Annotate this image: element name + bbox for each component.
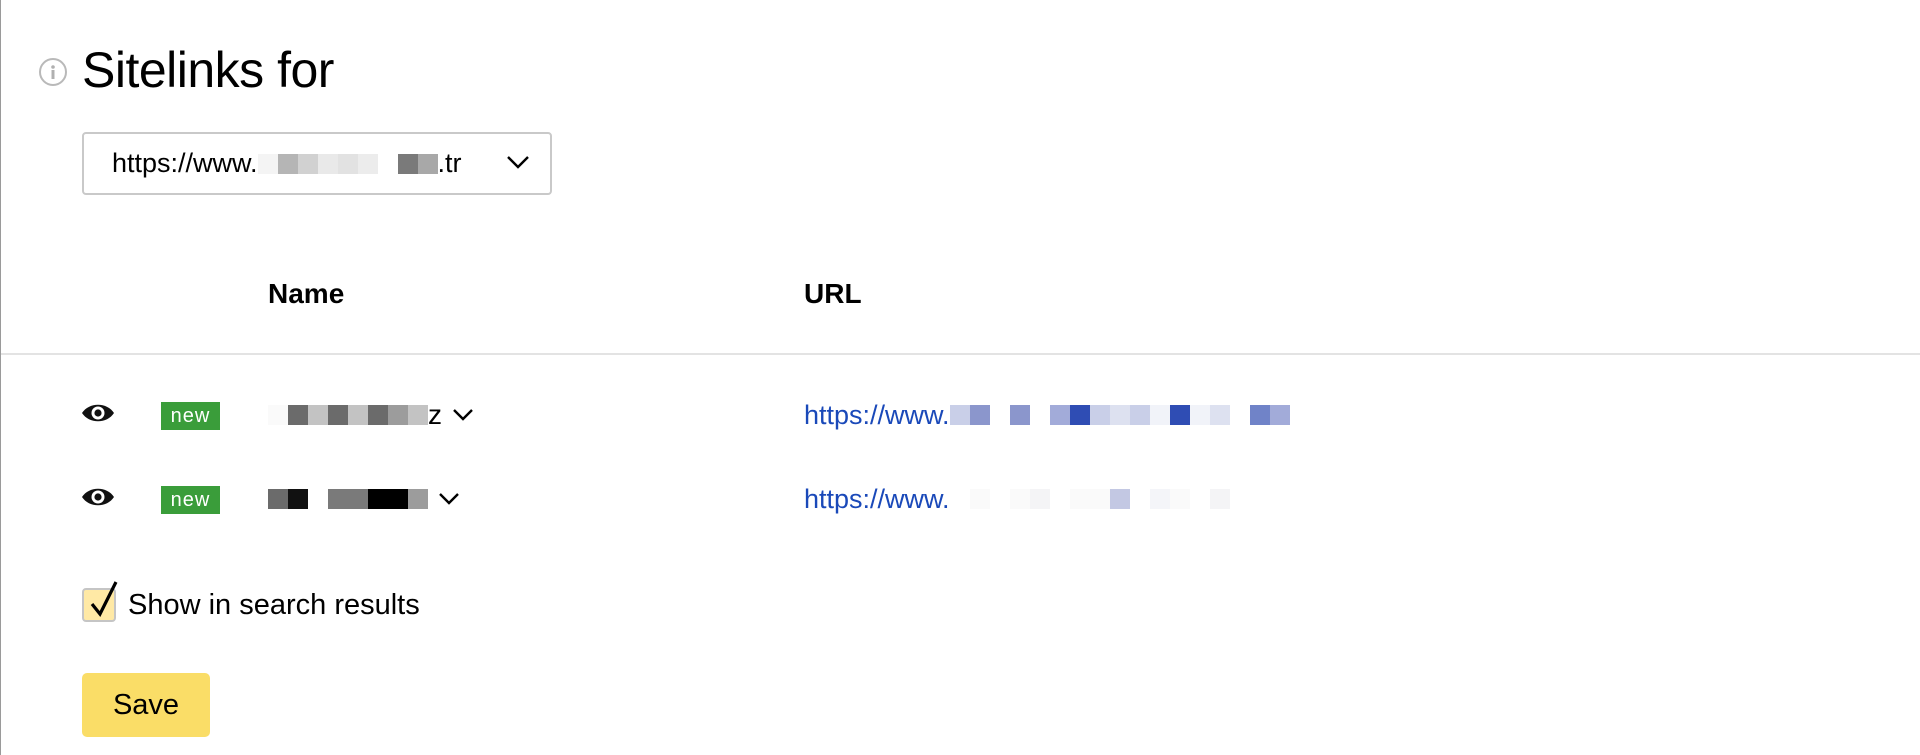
redaction-block — [277, 153, 298, 174]
redaction-block — [1109, 489, 1130, 509]
redaction-block — [1089, 489, 1110, 509]
redaction-block — [308, 489, 328, 509]
table-row: new z https://www. — [1, 384, 1920, 444]
redaction-block — [397, 153, 418, 174]
sitelink-url-link[interactable]: https://www. — [804, 482, 1230, 516]
redaction-block — [1009, 489, 1030, 509]
sitelink-url-redacted — [949, 405, 1290, 425]
redaction-block — [949, 405, 970, 425]
sitelinks-page: Sitelinks for https://www. .tr Name URL … — [1, 0, 1920, 755]
sitelink-name-redacted — [268, 489, 428, 509]
redaction-block — [288, 489, 308, 509]
chevron-down-icon — [507, 156, 529, 169]
table-divider — [1, 353, 1920, 355]
column-header-name: Name — [268, 278, 345, 309]
sitelink-name-dropdown[interactable]: z — [268, 398, 474, 432]
redaction-block — [1129, 405, 1150, 425]
redaction-block — [268, 489, 288, 509]
page-title: Sitelinks for — [82, 42, 334, 98]
redaction-block — [348, 489, 368, 509]
sitelink-name-text: z — [428, 399, 442, 430]
redaction-block — [357, 153, 378, 174]
redaction-block — [297, 153, 318, 174]
domain-prefix: https://www. — [112, 148, 258, 178]
redaction-block — [388, 489, 408, 509]
domain-redacted — [257, 153, 438, 174]
redaction-block — [1069, 489, 1090, 509]
domain-select[interactable]: https://www. .tr — [82, 132, 552, 195]
redaction-block — [1049, 489, 1070, 509]
redaction-block — [417, 153, 438, 174]
table-row: new https://www. — [1, 468, 1920, 528]
redaction-block — [969, 405, 990, 425]
checkmark-icon — [90, 581, 118, 617]
info-icon[interactable] — [39, 58, 67, 86]
new-badge: new — [161, 486, 220, 514]
eye-icon[interactable] — [81, 484, 115, 510]
redaction-block — [257, 153, 278, 174]
redaction-block — [1169, 405, 1190, 425]
sitelink-url-redacted — [949, 489, 1230, 509]
redaction-block — [989, 489, 1010, 509]
redaction-block — [1249, 405, 1270, 425]
checkbox-box[interactable] — [82, 581, 118, 622]
redaction-block — [317, 153, 338, 174]
sitelink-url-prefix: https://www. — [804, 483, 950, 514]
redaction-block — [949, 489, 970, 509]
redaction-block — [1149, 489, 1170, 509]
new-badge: new — [161, 402, 220, 430]
redaction-block — [348, 405, 368, 425]
domain-suffix: .tr — [437, 148, 462, 178]
save-button[interactable]: Save — [82, 673, 210, 737]
chevron-down-icon — [453, 409, 473, 421]
sitelink-name-dropdown[interactable] — [268, 482, 460, 516]
redaction-block — [1269, 405, 1290, 425]
redaction-block — [337, 153, 358, 174]
redaction-block — [1149, 405, 1170, 425]
info-glyph — [51, 65, 55, 79]
redaction-block — [328, 489, 348, 509]
redaction-block — [1189, 405, 1210, 425]
redaction-block — [1129, 489, 1150, 509]
redaction-block — [288, 405, 308, 425]
redaction-block — [1029, 489, 1050, 509]
redaction-block — [1189, 489, 1210, 509]
redaction-block — [969, 489, 990, 509]
redaction-block — [1209, 489, 1230, 509]
redaction-block — [1229, 405, 1250, 425]
column-header-url: URL — [804, 278, 862, 309]
redaction-block — [1169, 489, 1190, 509]
redaction-block — [1109, 405, 1130, 425]
show-in-search-label: Show in search results — [128, 588, 420, 621]
show-in-search-checkbox[interactable]: Show in search results — [82, 581, 420, 622]
redaction-block — [328, 405, 348, 425]
sitelink-url-prefix: https://www. — [804, 399, 950, 430]
redaction-block — [388, 405, 408, 425]
redaction-block — [377, 153, 398, 174]
sitelink-url-link[interactable]: https://www. — [804, 398, 1290, 432]
redaction-block — [1069, 405, 1090, 425]
redaction-block — [1089, 405, 1110, 425]
redaction-block — [989, 405, 1010, 425]
redaction-block — [368, 405, 388, 425]
eye-icon[interactable] — [81, 400, 115, 426]
redaction-block — [268, 405, 288, 425]
redaction-block — [1009, 405, 1030, 425]
redaction-block — [1049, 405, 1070, 425]
redaction-block — [368, 489, 388, 509]
redaction-block — [1029, 405, 1050, 425]
redaction-block — [308, 405, 328, 425]
sitelink-name-redacted — [268, 405, 428, 425]
chevron-down-icon — [439, 493, 459, 505]
redaction-block — [408, 405, 428, 425]
redaction-block — [408, 489, 428, 509]
redaction-block — [1209, 405, 1230, 425]
domain-select-value: https://www. .tr — [112, 148, 462, 179]
